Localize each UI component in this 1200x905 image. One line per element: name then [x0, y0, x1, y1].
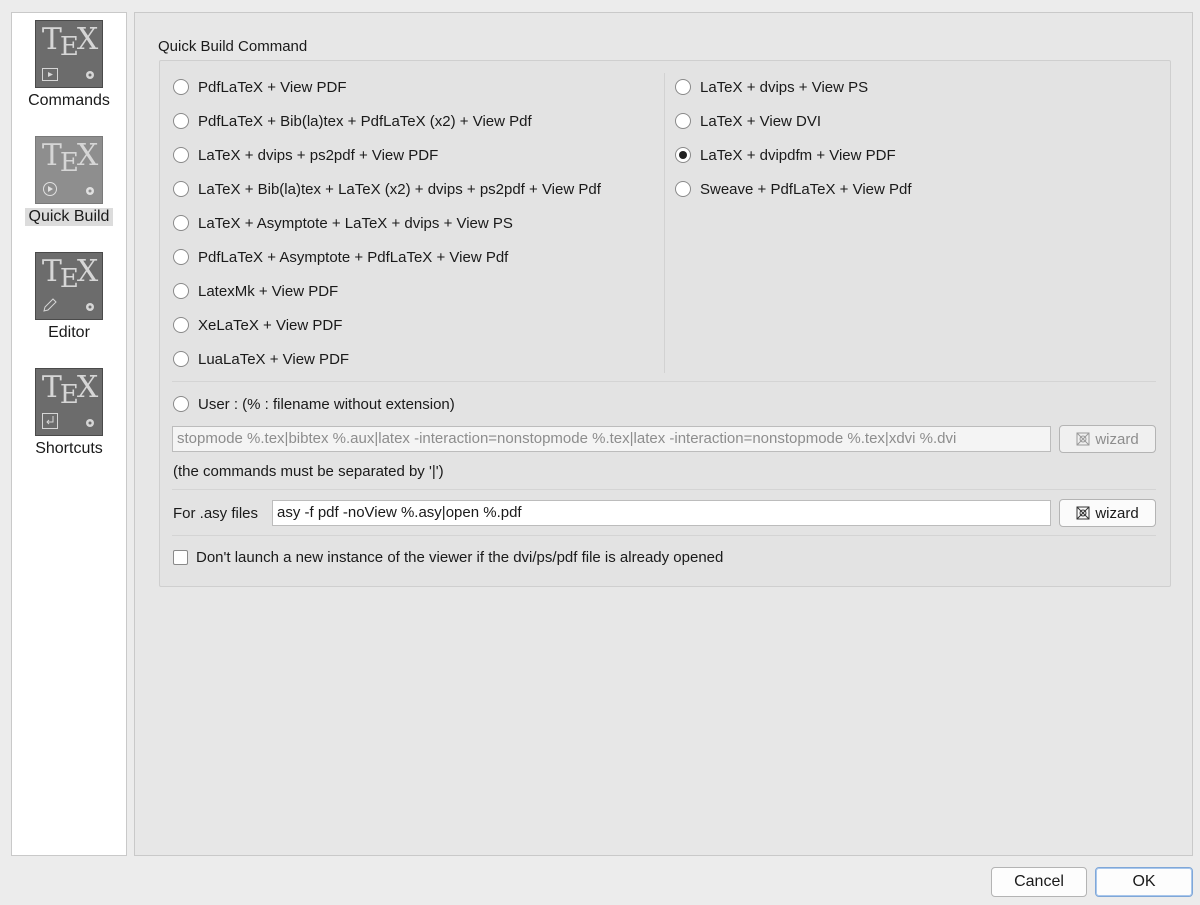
quick-build-panel: Quick Build Command PdfLaTeX + View PDF … [134, 12, 1193, 856]
radio-button[interactable] [675, 79, 691, 95]
wizard-label: wizard [1095, 504, 1139, 522]
radio-label: PdfLaTeX + View PDF [198, 78, 347, 96]
separator [172, 489, 1156, 490]
radio-label: LaTeX + View DVI [700, 112, 822, 130]
radio-button[interactable] [173, 147, 189, 163]
asy-wizard-button[interactable]: wizard [1059, 499, 1156, 527]
radio-latex-view-dvi[interactable]: LaTeX + View DVI [675, 111, 821, 131]
checkbox-label: Don't launch a new instance of the viewe… [196, 549, 724, 566]
settings-sidebar: TEX Commands TEX Quick Build TEX Editor … [11, 12, 127, 856]
radio-button[interactable] [173, 283, 189, 299]
sidebar-item-label: Editor [48, 324, 90, 341]
pencil-icon [43, 298, 57, 312]
radio-label: LaTeX + Asymptote + LaTeX + dvips + View… [198, 214, 513, 232]
radio-sweave[interactable]: Sweave + PdfLaTeX + View Pdf [675, 179, 912, 199]
separator [172, 381, 1156, 382]
gear-icon [86, 71, 94, 79]
radio-label: LaTeX + dvips + View PS [700, 78, 869, 96]
radio-button[interactable] [173, 113, 189, 129]
radio-label: PdfLaTeX + Asymptote + PdfLaTeX + View P… [198, 248, 509, 266]
checkbox-box[interactable] [173, 550, 188, 565]
tex-logo: TEX [41, 22, 98, 63]
radio-label: LatexMk + View PDF [198, 282, 339, 300]
editor-tex-icon: TEX [35, 252, 103, 320]
radio-label: User : (% : filename without extension) [198, 395, 455, 413]
commands-tex-icon: TEX [35, 20, 103, 88]
terminal-icon [42, 68, 58, 81]
radio-button[interactable] [675, 181, 691, 197]
sidebar-item-commands[interactable]: TEX Commands [12, 20, 126, 110]
group-title: Quick Build Command [158, 38, 308, 55]
radio-pdflatex-bib-view-pdf[interactable]: PdfLaTeX + Bib(la)tex + PdfLaTeX (x2) + … [173, 111, 532, 131]
radio-lualatex[interactable]: LuaLaTeX + View PDF [173, 349, 349, 369]
wizard-icon [1076, 432, 1090, 446]
radio-button[interactable] [675, 113, 691, 129]
radio-latex-asymptote[interactable]: LaTeX + Asymptote + LaTeX + dvips + View… [173, 213, 513, 233]
shortcuts-tex-icon: TEX [35, 368, 103, 436]
radio-label: LaTeX + Bib(la)tex + LaTeX (x2) + dvips … [198, 180, 601, 198]
return-key-icon [42, 413, 58, 429]
radio-button[interactable] [173, 181, 189, 197]
cancel-button[interactable]: Cancel [991, 867, 1087, 897]
viewer-instance-checkbox[interactable]: Don't launch a new instance of the viewe… [173, 549, 723, 566]
sidebar-item-shortcuts[interactable]: TEX Shortcuts [12, 368, 126, 458]
sidebar-item-label: Quick Build [24, 208, 114, 226]
sidebar-item-label: Shortcuts [35, 440, 103, 457]
radio-user-command[interactable]: User : (% : filename without extension) [173, 394, 455, 414]
radio-label: XeLaTeX + View PDF [198, 316, 343, 334]
separator [172, 535, 1156, 536]
user-command-input[interactable]: stopmode %.tex|bibtex %.aux|latex -inter… [172, 426, 1051, 452]
sidebar-item-quick-build[interactable]: TEX Quick Build [12, 136, 126, 226]
radio-pdflatex-view-pdf[interactable]: PdfLaTeX + View PDF [173, 77, 347, 97]
quick-build-tex-icon: TEX [35, 136, 103, 204]
radio-button[interactable] [173, 215, 189, 231]
radio-label: LaTeX + dvipdfm + View PDF [700, 146, 896, 164]
gear-icon [86, 187, 94, 195]
radio-latex-bib-dvips-ps2pdf[interactable]: LaTeX + Bib(la)tex + LaTeX (x2) + dvips … [173, 179, 601, 199]
radio-latexmk[interactable]: LatexMk + View PDF [173, 281, 338, 301]
radio-button[interactable] [173, 351, 189, 367]
asy-command-input[interactable]: asy -f pdf -noView %.asy|open %.pdf [272, 500, 1051, 526]
radio-label: LaTeX + dvips + ps2pdf + View PDF [198, 146, 439, 164]
radio-button[interactable] [173, 249, 189, 265]
play-circle-icon [43, 182, 57, 196]
quick-build-group: PdfLaTeX + View PDF PdfLaTeX + Bib(la)te… [159, 60, 1171, 587]
sidebar-item-label: Commands [28, 92, 110, 109]
radio-button-selected[interactable] [675, 147, 691, 163]
gear-icon [86, 303, 94, 311]
user-wizard-button[interactable]: wizard [1059, 425, 1156, 453]
radio-button[interactable] [173, 396, 189, 412]
radio-latex-dvipdfm[interactable]: LaTeX + dvipdfm + View PDF [675, 145, 896, 165]
radio-button[interactable] [173, 79, 189, 95]
radio-pdflatex-asymptote[interactable]: PdfLaTeX + Asymptote + PdfLaTeX + View P… [173, 247, 508, 267]
column-divider [664, 73, 665, 373]
tex-logo: TEX [41, 138, 98, 179]
tex-logo: TEX [41, 254, 98, 295]
radio-label: LuaLaTeX + View PDF [198, 350, 350, 368]
wizard-icon [1076, 506, 1090, 520]
radio-latex-dvips-view-ps[interactable]: LaTeX + dvips + View PS [675, 77, 868, 97]
radio-label: Sweave + PdfLaTeX + View Pdf [700, 180, 912, 198]
sidebar-item-editor[interactable]: TEX Editor [12, 252, 126, 342]
tex-logo: TEX [41, 370, 98, 411]
wizard-label: wizard [1095, 430, 1139, 448]
gear-icon [86, 419, 94, 427]
asy-files-label: For .asy files [173, 505, 259, 522]
radio-button[interactable] [173, 317, 189, 333]
separator-note: (the commands must be separated by '|') [173, 463, 444, 480]
radio-label: PdfLaTeX + Bib(la)tex + PdfLaTeX (x2) + … [198, 112, 532, 130]
radio-latex-dvips-ps2pdf[interactable]: LaTeX + dvips + ps2pdf + View PDF [173, 145, 438, 165]
radio-xelatex[interactable]: XeLaTeX + View PDF [173, 315, 342, 335]
ok-button[interactable]: OK [1095, 867, 1193, 897]
